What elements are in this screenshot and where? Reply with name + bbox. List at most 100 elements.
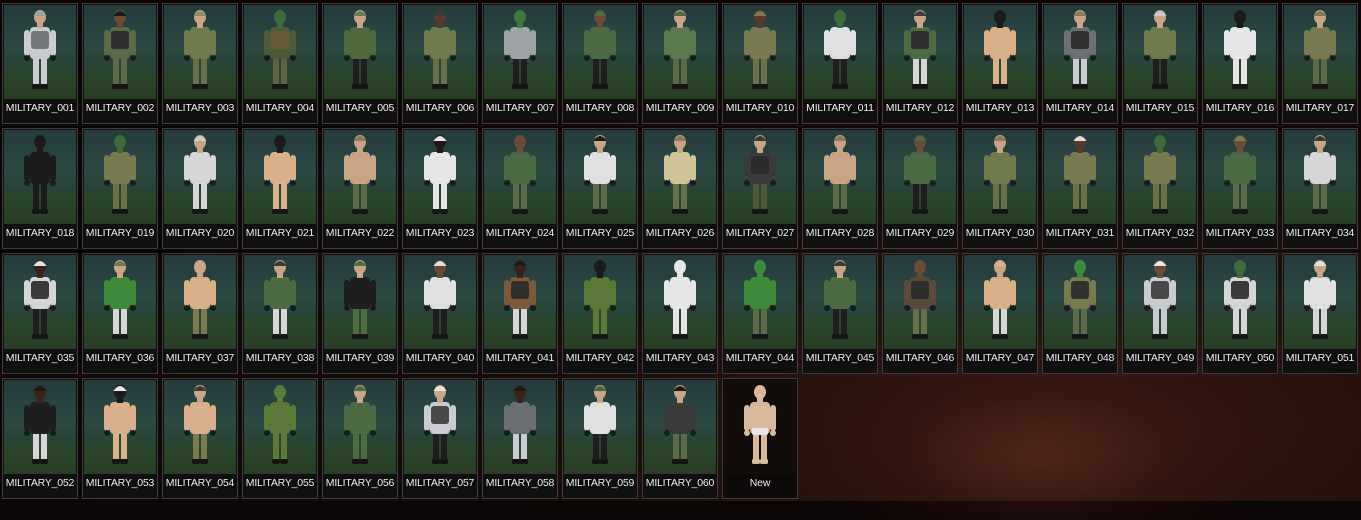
outfit-tile[interactable]: MILITARY_031 bbox=[1042, 128, 1118, 249]
character-figure bbox=[164, 260, 236, 349]
outfit-preview-image bbox=[244, 380, 316, 474]
outfit-tile[interactable]: MILITARY_054 bbox=[162, 378, 238, 499]
outfit-tile[interactable]: MILITARY_018 bbox=[2, 128, 78, 249]
outfit-label: MILITARY_004 bbox=[245, 102, 315, 114]
outfit-tile[interactable]: MILITARY_026 bbox=[642, 128, 718, 249]
outfit-tile[interactable]: MILITARY_049 bbox=[1122, 253, 1198, 374]
outfit-tile[interactable]: MILITARY_057 bbox=[402, 378, 478, 499]
outfit-tile[interactable]: MILITARY_051 bbox=[1282, 253, 1358, 374]
outfit-preview-image bbox=[644, 130, 716, 224]
outfit-label: MILITARY_059 bbox=[565, 477, 635, 489]
outfit-tile[interactable]: MILITARY_013 bbox=[962, 3, 1038, 124]
outfit-tile[interactable]: MILITARY_050 bbox=[1202, 253, 1278, 374]
outfit-preview-image bbox=[4, 380, 76, 474]
character-figure bbox=[1124, 260, 1196, 349]
outfit-tile[interactable]: MILITARY_048 bbox=[1042, 253, 1118, 374]
outfit-label: MILITARY_007 bbox=[485, 102, 555, 114]
outfit-tile[interactable]: MILITARY_023 bbox=[402, 128, 478, 249]
outfit-tile[interactable]: MILITARY_038 bbox=[242, 253, 318, 374]
outfit-label: MILITARY_050 bbox=[1205, 352, 1275, 364]
character-figure bbox=[644, 385, 716, 474]
outfit-tile[interactable]: MILITARY_035 bbox=[2, 253, 78, 374]
outfit-tile[interactable]: MILITARY_037 bbox=[162, 253, 238, 374]
outfit-tile[interactable]: MILITARY_005 bbox=[322, 3, 398, 124]
outfit-tile[interactable]: MILITARY_002 bbox=[82, 3, 158, 124]
outfit-label: MILITARY_017 bbox=[1285, 102, 1355, 114]
outfit-tile[interactable]: MILITARY_055 bbox=[242, 378, 318, 499]
outfit-label: MILITARY_035 bbox=[5, 352, 75, 364]
outfit-tile[interactable]: MILITARY_012 bbox=[882, 3, 958, 124]
outfit-tile[interactable]: MILITARY_015 bbox=[1122, 3, 1198, 124]
outfit-label: MILITARY_054 bbox=[165, 477, 235, 489]
outfit-tile[interactable]: MILITARY_007 bbox=[482, 3, 558, 124]
outfit-tile[interactable]: MILITARY_059 bbox=[562, 378, 638, 499]
outfit-tile[interactable]: MILITARY_028 bbox=[802, 128, 878, 249]
outfit-tile[interactable]: MILITARY_052 bbox=[2, 378, 78, 499]
outfit-label: MILITARY_016 bbox=[1205, 102, 1275, 114]
outfit-label: MILITARY_047 bbox=[965, 352, 1035, 364]
outfit-tile[interactable]: MILITARY_046 bbox=[882, 253, 958, 374]
outfit-label: MILITARY_053 bbox=[85, 477, 155, 489]
outfit-label: MILITARY_023 bbox=[405, 227, 475, 239]
character-figure bbox=[1044, 135, 1116, 224]
outfit-tile[interactable]: MILITARY_040 bbox=[402, 253, 478, 374]
outfit-tile[interactable]: MILITARY_001 bbox=[2, 3, 78, 124]
outfit-tile[interactable]: MILITARY_045 bbox=[802, 253, 878, 374]
character-figure bbox=[884, 135, 956, 224]
outfit-tile[interactable]: MILITARY_021 bbox=[242, 128, 318, 249]
outfit-tile[interactable]: MILITARY_006 bbox=[402, 3, 478, 124]
outfit-tile[interactable]: MILITARY_032 bbox=[1122, 128, 1198, 249]
outfit-tile[interactable]: MILITARY_009 bbox=[642, 3, 718, 124]
outfit-tile[interactable]: MILITARY_016 bbox=[1202, 3, 1278, 124]
new-outfit-button[interactable]: New bbox=[722, 378, 798, 499]
outfit-tile[interactable]: MILITARY_036 bbox=[82, 253, 158, 374]
outfit-tile[interactable]: MILITARY_042 bbox=[562, 253, 638, 374]
character-figure bbox=[564, 385, 636, 474]
outfit-tile[interactable]: MILITARY_047 bbox=[962, 253, 1038, 374]
outfit-tile[interactable]: MILITARY_017 bbox=[1282, 3, 1358, 124]
outfit-tile[interactable]: MILITARY_024 bbox=[482, 128, 558, 249]
outfit-label: MILITARY_044 bbox=[725, 352, 795, 364]
outfit-tile[interactable]: MILITARY_029 bbox=[882, 128, 958, 249]
outfit-tile[interactable]: MILITARY_053 bbox=[82, 378, 158, 499]
outfit-label: MILITARY_058 bbox=[485, 477, 555, 489]
outfit-preview-image bbox=[804, 255, 876, 349]
outfit-tile[interactable]: MILITARY_019 bbox=[82, 128, 158, 249]
new-outfit-preview bbox=[724, 380, 796, 474]
outfit-label: MILITARY_051 bbox=[1285, 352, 1355, 364]
outfit-label: MILITARY_029 bbox=[885, 227, 955, 239]
outfit-tile[interactable]: MILITARY_020 bbox=[162, 128, 238, 249]
outfit-label: MILITARY_013 bbox=[965, 102, 1035, 114]
outfit-preview-image bbox=[1284, 255, 1356, 349]
outfit-tile[interactable]: MILITARY_041 bbox=[482, 253, 558, 374]
outfit-preview-image bbox=[884, 130, 956, 224]
outfit-tile[interactable]: MILITARY_056 bbox=[322, 378, 398, 499]
outfit-tile[interactable]: MILITARY_008 bbox=[562, 3, 638, 124]
outfit-tile[interactable]: MILITARY_060 bbox=[642, 378, 718, 499]
outfit-tile[interactable]: MILITARY_025 bbox=[562, 128, 638, 249]
outfit-tile[interactable]: MILITARY_010 bbox=[722, 3, 798, 124]
outfit-label: MILITARY_028 bbox=[805, 227, 875, 239]
outfit-tile[interactable]: MILITARY_044 bbox=[722, 253, 798, 374]
outfit-preview-image bbox=[484, 255, 556, 349]
outfit-tile[interactable]: MILITARY_004 bbox=[242, 3, 318, 124]
outfit-tile[interactable]: MILITARY_033 bbox=[1202, 128, 1278, 249]
outfit-tile[interactable]: MILITARY_003 bbox=[162, 3, 238, 124]
character-figure bbox=[724, 10, 796, 99]
outfit-preview-image bbox=[884, 255, 956, 349]
outfit-label: MILITARY_057 bbox=[405, 477, 475, 489]
outfit-tile[interactable]: MILITARY_022 bbox=[322, 128, 398, 249]
outfit-tile[interactable]: MILITARY_030 bbox=[962, 128, 1038, 249]
outfit-tile[interactable]: MILITARY_027 bbox=[722, 128, 798, 249]
outfit-preview-image bbox=[484, 5, 556, 99]
outfit-tile[interactable]: MILITARY_039 bbox=[322, 253, 398, 374]
outfit-tile[interactable]: MILITARY_034 bbox=[1282, 128, 1358, 249]
outfit-tile[interactable]: MILITARY_043 bbox=[642, 253, 718, 374]
outfit-label: MILITARY_024 bbox=[485, 227, 555, 239]
outfit-tile[interactable]: MILITARY_011 bbox=[802, 3, 878, 124]
outfit-tile[interactable]: MILITARY_014 bbox=[1042, 3, 1118, 124]
outfit-preview-image bbox=[324, 130, 396, 224]
outfit-tile[interactable]: MILITARY_058 bbox=[482, 378, 558, 499]
outfit-label: MILITARY_025 bbox=[565, 227, 635, 239]
outfit-preview-image bbox=[1044, 130, 1116, 224]
